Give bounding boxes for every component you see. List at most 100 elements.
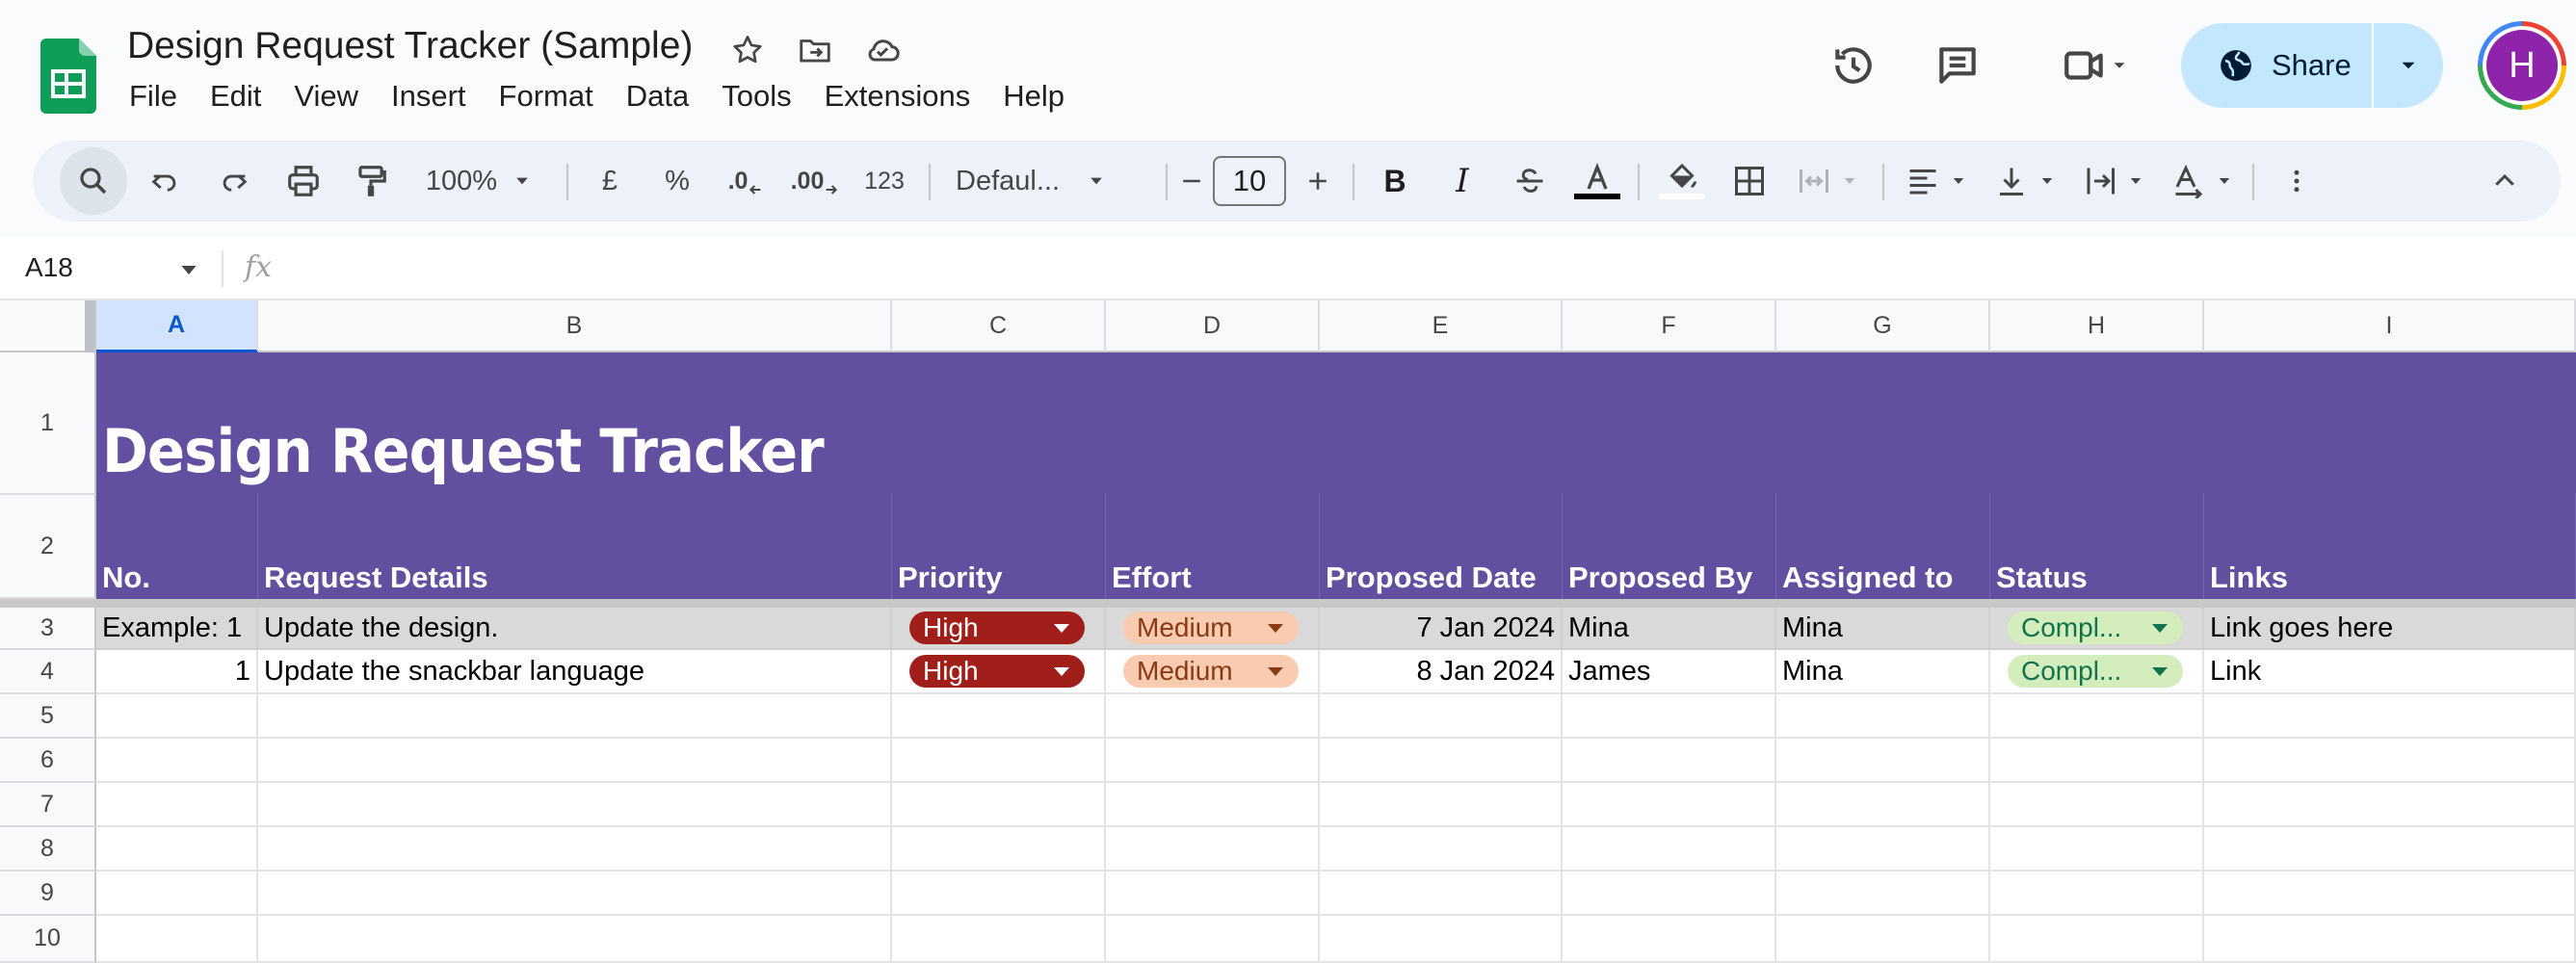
row-header-5[interactable]: 5 xyxy=(0,694,96,739)
text-wrapping-icon[interactable] xyxy=(2073,141,2154,221)
empty-cell[interactable] xyxy=(1320,827,1563,872)
currency-format-button[interactable]: £ xyxy=(586,141,634,221)
empty-cell[interactable] xyxy=(1106,872,1320,916)
header-cell-proposed-date[interactable]: Proposed Date xyxy=(1320,493,1563,599)
empty-cell[interactable] xyxy=(1776,783,1990,827)
version-history-icon[interactable] xyxy=(1823,35,1884,96)
share-dropdown-button[interactable] xyxy=(2374,23,2443,108)
more-formats-button[interactable]: 123 xyxy=(855,141,913,221)
empty-cell[interactable] xyxy=(1776,739,1990,783)
decrease-decimal-button[interactable]: .0 xyxy=(719,141,773,221)
empty-cell[interactable] xyxy=(1776,827,1990,872)
row-header-7[interactable]: 7 xyxy=(0,783,96,827)
empty-cell[interactable] xyxy=(1106,739,1320,783)
empty-cell[interactable] xyxy=(1563,694,1776,739)
text-color-icon[interactable] xyxy=(1570,141,1624,221)
fill-color-icon[interactable] xyxy=(1655,141,1709,221)
priority-chip[interactable]: High xyxy=(909,655,1085,688)
italic-icon[interactable]: I xyxy=(1435,141,1489,221)
empty-cell[interactable] xyxy=(1990,783,2204,827)
empty-cell[interactable] xyxy=(1776,694,1990,739)
document-title[interactable]: Design Request Tracker (Sample) xyxy=(127,25,693,67)
empty-cell[interactable] xyxy=(258,872,892,916)
cell-links[interactable]: Link goes here xyxy=(2204,608,2576,650)
vertical-align-icon[interactable] xyxy=(1985,141,2065,221)
column-header-h[interactable]: H xyxy=(1990,300,2204,352)
empty-cell[interactable] xyxy=(1106,916,1320,963)
empty-cell[interactable] xyxy=(258,783,892,827)
effort-chip[interactable]: Medium xyxy=(1123,612,1299,644)
menu-format[interactable]: Format xyxy=(483,77,610,116)
cell-effort[interactable]: Medium xyxy=(1106,650,1320,694)
menu-help[interactable]: Help xyxy=(986,77,1081,116)
cell-assigned-to[interactable]: Mina xyxy=(1776,650,1990,694)
increase-font-size-icon[interactable] xyxy=(1297,141,1339,221)
font-size-input[interactable]: 10 xyxy=(1213,156,1286,206)
menu-insert[interactable]: Insert xyxy=(375,77,483,116)
cell-proposed-date[interactable]: 7 Jan 2024 xyxy=(1320,608,1563,650)
header-cell-assigned-to[interactable]: Assigned to xyxy=(1776,493,1990,599)
empty-cell[interactable] xyxy=(1990,916,2204,963)
search-menus-icon[interactable] xyxy=(60,147,127,215)
empty-cell[interactable] xyxy=(1776,916,1990,963)
status-chip[interactable]: Compl... xyxy=(2008,655,2183,688)
cell-request-details[interactable]: Update the design. xyxy=(258,608,892,650)
empty-cell[interactable] xyxy=(96,872,258,916)
header-cell-status[interactable]: Status xyxy=(1990,493,2204,599)
cell-effort[interactable]: Medium xyxy=(1106,608,1320,650)
cell-priority[interactable]: High xyxy=(892,608,1106,650)
effort-chip[interactable]: Medium xyxy=(1123,655,1299,688)
meet-video-button[interactable] xyxy=(2042,35,2148,96)
empty-cell[interactable] xyxy=(1990,694,2204,739)
chevron-down-icon[interactable] xyxy=(179,264,198,282)
cell-assigned-to[interactable]: Mina xyxy=(1776,608,1990,650)
percent-format-button[interactable]: % xyxy=(653,141,701,221)
empty-cell[interactable] xyxy=(892,694,1106,739)
increase-decimal-button[interactable]: .00 xyxy=(786,141,844,221)
header-cell-no[interactable]: No. xyxy=(96,493,258,599)
empty-cell[interactable] xyxy=(1106,783,1320,827)
empty-cell[interactable] xyxy=(1776,872,1990,916)
column-header-b[interactable]: B xyxy=(258,300,892,352)
collapse-menus-icon[interactable] xyxy=(2478,141,2532,221)
row-header-10[interactable]: 10 xyxy=(0,916,96,963)
row-header-9[interactable]: 9 xyxy=(0,872,96,916)
empty-cell[interactable] xyxy=(1320,694,1563,739)
comments-icon[interactable] xyxy=(1927,35,1988,96)
row-header-4[interactable]: 4 xyxy=(0,650,96,694)
empty-cell[interactable] xyxy=(2204,694,2576,739)
empty-cell[interactable] xyxy=(892,739,1106,783)
horizontal-align-icon[interactable] xyxy=(1896,141,1977,221)
cell-priority[interactable]: High xyxy=(892,650,1106,694)
empty-cell[interactable] xyxy=(2204,739,2576,783)
star-icon[interactable] xyxy=(726,29,769,71)
empty-cell[interactable] xyxy=(1563,872,1776,916)
menu-file[interactable]: File xyxy=(127,77,194,116)
column-header-d[interactable]: D xyxy=(1106,300,1320,352)
column-header-a[interactable]: A xyxy=(96,300,258,352)
empty-cell[interactable] xyxy=(1563,739,1776,783)
cell-request-details[interactable]: Update the snackbar language xyxy=(258,650,892,694)
name-box[interactable]: A18 xyxy=(25,252,73,283)
menu-view[interactable]: View xyxy=(277,77,375,116)
cloud-saved-icon[interactable] xyxy=(861,29,904,71)
empty-cell[interactable] xyxy=(892,783,1106,827)
sheet-title[interactable]: Design Request Tracker xyxy=(102,416,825,486)
empty-cell[interactable] xyxy=(892,916,1106,963)
zoom-select[interactable]: 100% xyxy=(407,141,551,221)
menu-extensions[interactable]: Extensions xyxy=(808,77,987,116)
decrease-font-size-icon[interactable] xyxy=(1175,141,1208,221)
text-rotation-icon[interactable] xyxy=(2162,141,2243,221)
empty-cell[interactable] xyxy=(96,827,258,872)
empty-cell[interactable] xyxy=(1990,739,2204,783)
paint-format-icon[interactable] xyxy=(345,141,397,221)
column-header-g[interactable]: G xyxy=(1776,300,1990,352)
column-header-e[interactable]: E xyxy=(1320,300,1563,352)
header-cell-links[interactable]: Links xyxy=(2204,493,2576,599)
row-header-8[interactable]: 8 xyxy=(0,827,96,872)
freeze-handle[interactable] xyxy=(85,300,94,352)
row-header-6[interactable]: 6 xyxy=(0,739,96,783)
empty-cell[interactable] xyxy=(1320,783,1563,827)
row-header-2[interactable]: 2 xyxy=(0,495,96,599)
header-cell-proposed-by[interactable]: Proposed By xyxy=(1563,493,1776,599)
